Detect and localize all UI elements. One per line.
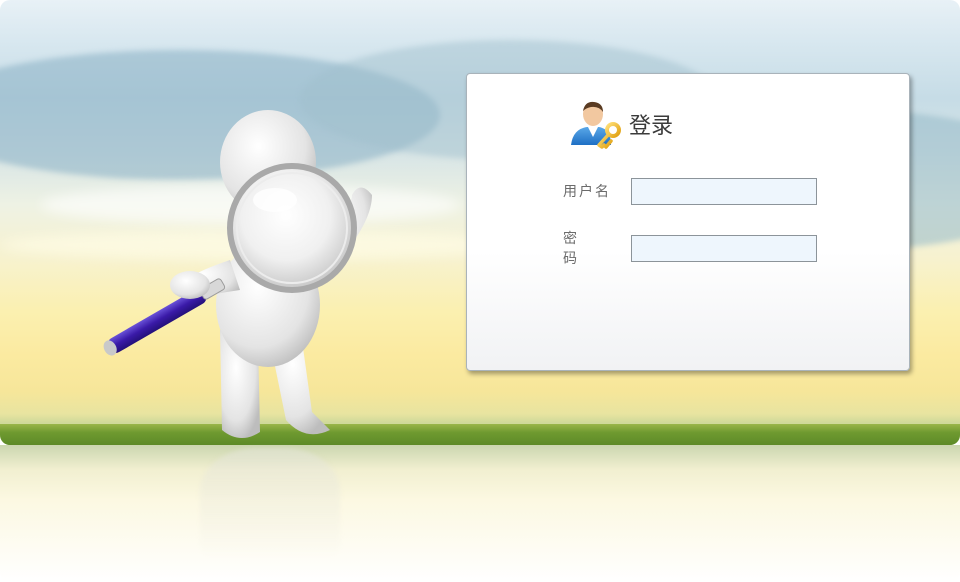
login-title: 登录 [629,114,674,139]
password-label: 密 码 [563,231,599,267]
password-input[interactable] [631,234,817,262]
magnifier-figure-illustration [103,110,372,439]
login-header: 登录 [569,96,673,152]
username-input[interactable] [631,177,817,205]
login-page: 登录 用户名 密 码 [0,0,960,582]
figure-reflection [200,448,340,558]
username-row: 用户名 [563,175,817,207]
username-label: 用户名 [563,184,611,200]
user-key-icon [571,101,621,149]
ground-reflection [0,445,960,582]
password-row: 密 码 [563,231,817,267]
login-panel: 登录 用户名 密 码 [466,73,910,371]
